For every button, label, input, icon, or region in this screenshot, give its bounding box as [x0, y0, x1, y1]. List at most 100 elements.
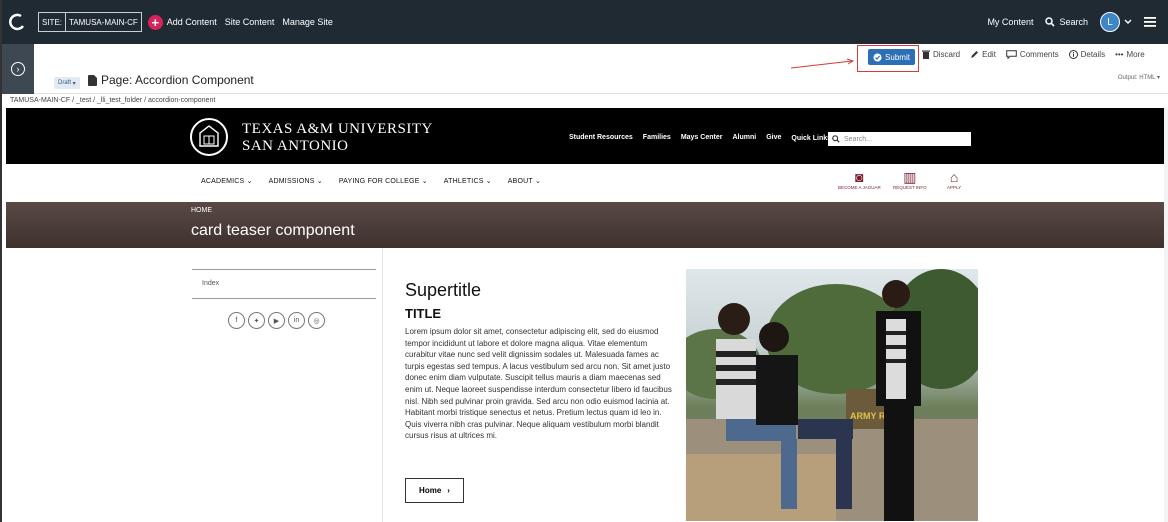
- nav-academics-label: ACADEMICS: [201, 178, 245, 185]
- utility-link-alumni[interactable]: Alumni: [732, 134, 756, 142]
- page-actions: Discard Edit Comments Details ••• More: [922, 50, 1145, 59]
- hero-breadcrumb-home[interactable]: HOME: [191, 207, 212, 214]
- facebook-icon[interactable]: f: [228, 312, 245, 329]
- hero-title: card teaser component: [191, 222, 355, 239]
- site-name: TAMUSA-MAIN-CF: [69, 17, 138, 27]
- chevron-right-icon: ›: [447, 486, 450, 495]
- search-label: Search: [1059, 17, 1088, 27]
- social-links: f ✦ ▶ in ◎: [228, 312, 325, 329]
- comment-icon: [1006, 50, 1017, 59]
- nav-athletics[interactable]: ATHLETICS ⌄: [444, 177, 492, 185]
- cms-window: SITE: TAMUSA-MAIN-CF + Add Content Site …: [0, 0, 1168, 522]
- utility-link-give[interactable]: Give: [766, 134, 781, 142]
- more-button[interactable]: ••• More: [1115, 50, 1145, 59]
- linkedin-icon[interactable]: in: [288, 312, 305, 329]
- site-search-placeholder: Search...: [844, 135, 873, 143]
- side-nav-item-index[interactable]: Index: [202, 280, 219, 287]
- card-body: Lorem ipsum dolor sit amet, consectetur …: [405, 327, 672, 441]
- page-preview: TEXAS A&M UNIVERSITY SAN ANTONIO Student…: [6, 108, 1164, 522]
- my-content-link[interactable]: My Content: [987, 17, 1033, 27]
- expand-sidebar-button[interactable]: ›: [2, 44, 34, 94]
- request-info-label: REQUEST INFO: [893, 185, 927, 190]
- ellipsis-icon: •••: [1115, 50, 1124, 59]
- card-image: ARMY ROTC: [686, 269, 978, 521]
- nav-paying-for-college[interactable]: PAYING FOR COLLEGE ⌄: [339, 177, 428, 185]
- apply-label: APPLY: [947, 185, 962, 190]
- discard-label: Discard: [933, 50, 961, 59]
- site-prefix: SITE:: [42, 17, 63, 27]
- become-a-jaguar-link[interactable]: ◙ BECOME A JAGUAR: [838, 169, 881, 190]
- search-icon: [1045, 17, 1056, 27]
- page-title: Page: Accordion Component: [88, 73, 254, 87]
- cms-logo-icon[interactable]: [2, 0, 32, 44]
- details-button[interactable]: Details: [1068, 50, 1106, 59]
- utility-link-mays-center[interactable]: Mays Center: [681, 134, 723, 142]
- utility-link-student-resources[interactable]: Student Resources: [569, 134, 633, 142]
- output-format-select[interactable]: Output: HTML ▾: [1118, 74, 1160, 81]
- search-icon: [832, 135, 840, 143]
- university-name-line1: TEXAS A&M UNIVERSITY: [242, 121, 433, 137]
- nav-about-label: ABOUT: [507, 178, 533, 185]
- apply-link[interactable]: ⌂ APPLY: [947, 169, 961, 190]
- page-document-icon: [88, 74, 97, 86]
- content-divider: [382, 248, 383, 522]
- home-button-label: Home: [419, 486, 442, 495]
- chevron-down-icon: [1124, 19, 1132, 24]
- university-header: TEXAS A&M UNIVERSITY SAN ANTONIO Student…: [6, 108, 1164, 164]
- utility-link-families[interactable]: Families: [643, 134, 671, 142]
- trash-icon: [922, 50, 930, 59]
- manage-site-link[interactable]: Manage Site: [282, 17, 333, 27]
- discard-button[interactable]: Discard: [922, 50, 960, 59]
- output-label: Output: HTML: [1117, 75, 1156, 81]
- chevron-right-icon: ›: [11, 62, 25, 76]
- home-button[interactable]: Home ›: [405, 478, 464, 503]
- draft-dropdown[interactable]: Draft ▾: [54, 77, 80, 89]
- side-nav: Index: [192, 269, 376, 299]
- pencil-icon: [971, 51, 979, 58]
- university-seal-icon[interactable]: [190, 118, 228, 156]
- nav-about[interactable]: ABOUT ⌄: [508, 177, 541, 185]
- site-selector[interactable]: SITE: TAMUSA-MAIN-CF: [38, 12, 142, 32]
- breadcrumb[interactable]: TAMUSA-MAIN-CF / _test / _lli_test_folde…: [10, 97, 215, 104]
- jaguar-icon: ◙: [855, 169, 864, 185]
- nav-academics[interactable]: ACADEMICS ⌄: [201, 177, 253, 185]
- add-content-icon[interactable]: +: [147, 14, 163, 30]
- hero-banner: HOME card teaser component: [6, 202, 1164, 248]
- user-menu[interactable]: L: [1100, 12, 1132, 32]
- request-info-link[interactable]: ▥ REQUEST INFO: [893, 169, 927, 190]
- quick-links-label: Quick Links: [791, 135, 832, 142]
- become-a-jaguar-label: BECOME A JAGUAR: [838, 185, 881, 190]
- card-supertitle: Supertitle: [405, 280, 482, 300]
- nav-athletics-label: ATHLETICS: [443, 178, 484, 185]
- books-icon: ▥: [903, 169, 917, 185]
- submit-label: Submit: [885, 52, 910, 62]
- instagram-icon[interactable]: ◎: [308, 312, 325, 329]
- utility-links: Student Resources Families Mays Center A…: [569, 134, 839, 142]
- search-button[interactable]: Search: [1045, 17, 1088, 27]
- content-area: Index f ✦ ▶ in ◎ Supertitle TITLE Lorem …: [6, 248, 1164, 522]
- university-name[interactable]: TEXAS A&M UNIVERSITY SAN ANTONIO: [242, 121, 433, 155]
- main-navigation: ACADEMICS ⌄ ADMISSIONS ⌄ PAYING FOR COLL…: [6, 164, 1164, 202]
- annotation-arrow: [790, 58, 855, 69]
- avatar: L: [1100, 12, 1120, 32]
- more-label: More: [1126, 50, 1145, 59]
- cms-top-bar: SITE: TAMUSA-MAIN-CF + Add Content Site …: [2, 0, 1168, 44]
- details-label: Details: [1080, 50, 1106, 59]
- twitter-icon[interactable]: ✦: [248, 312, 265, 329]
- draft-label: Draft: [58, 80, 72, 86]
- university-name-line2: SAN ANTONIO: [242, 138, 349, 154]
- add-content-link[interactable]: Add Content: [167, 17, 217, 27]
- preview-scrollbar[interactable]: [1164, 108, 1168, 522]
- hamburger-menu-icon[interactable]: [1144, 17, 1156, 27]
- edit-label: Edit: [982, 50, 996, 59]
- edit-button[interactable]: Edit: [970, 50, 996, 59]
- submit-button[interactable]: Submit: [868, 49, 915, 65]
- card-title: TITLE: [405, 306, 442, 321]
- comments-button[interactable]: Comments: [1006, 50, 1059, 59]
- site-search-input[interactable]: Search...: [828, 132, 971, 146]
- info-icon: [1068, 50, 1078, 59]
- youtube-icon[interactable]: ▶: [268, 312, 285, 329]
- nav-admissions[interactable]: ADMISSIONS ⌄: [269, 177, 323, 185]
- site-content-link[interactable]: Site Content: [225, 17, 275, 27]
- check-circle-icon: [873, 53, 882, 61]
